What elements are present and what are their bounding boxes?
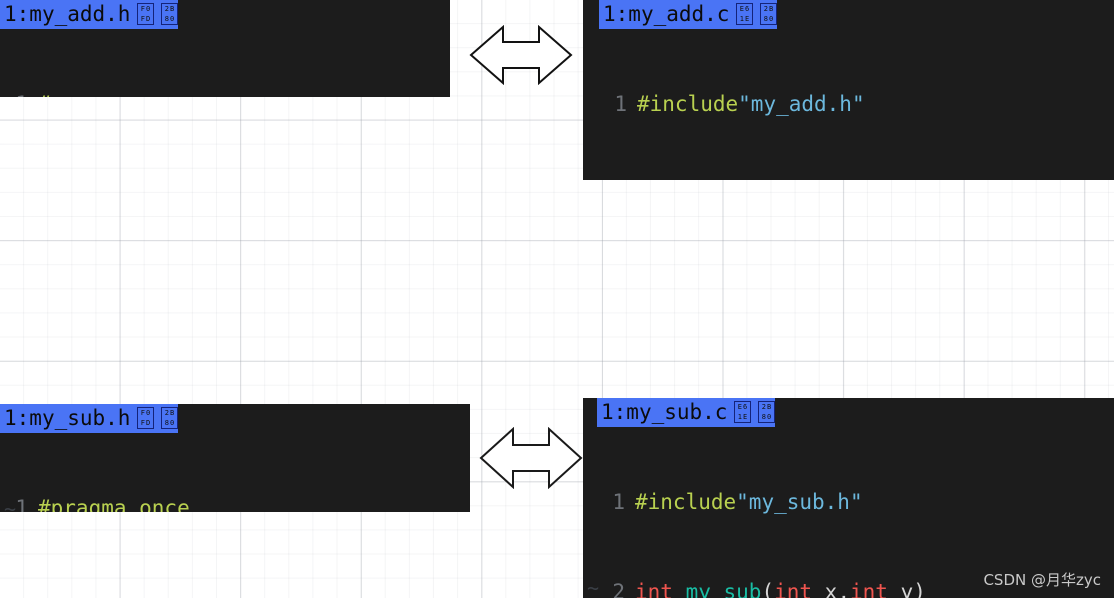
tofu-box-icon: E6 1E (734, 400, 752, 423)
editor-panel-my-sub-c[interactable]: 1: my_sub.c E6 1E 2B 80 1 #include"my_sub.… (583, 398, 1114, 598)
titlebar-filename-my-sub-c: 1: my_sub.c E6 1E 2B 80 (597, 398, 776, 427)
line-content[interactable]: #pragma once (38, 89, 450, 97)
line-number: 1 (0, 89, 38, 97)
tofu-lo: 80 (763, 14, 775, 23)
token-preproc: #include (635, 490, 737, 514)
line-number: 1 (612, 490, 625, 514)
empty-line-marker: ~ (587, 576, 600, 598)
token-preproc: #pragma once (38, 92, 190, 97)
titlebar-filename-my-add-c: 1: my_add.c E6 1E 2B 80 (599, 0, 778, 29)
code-area-my-add-c[interactable]: 1 #include"my_add.h" 2 int my_add(int x,… (583, 29, 1114, 180)
titlebar-filename-my-sub-h: 1: my_sub.h F0 FD 2B 80 (0, 404, 179, 433)
titlebar-name: my_add.h (29, 2, 131, 26)
code-line[interactable]: 2 int my_add(int x,int y) (599, 179, 1114, 180)
titlebar-my-add-c: 1: my_add.c E6 1E 2B 80 (583, 0, 1114, 29)
tofu-box-icon: 2B 80 (161, 406, 179, 429)
left-right-arrow-icon (469, 24, 573, 86)
tofu-lo: 1E (739, 14, 751, 23)
titlebar-prefix: 1: (4, 2, 30, 26)
tofu-hi: E6 (739, 4, 751, 13)
editor-panel-my-sub-h[interactable]: 1: my_sub.h F0FD 2B80 1 #pragma once 2 i… (0, 404, 470, 512)
tofu-hi: 2B (164, 408, 176, 417)
tofu-lo: FD (140, 418, 152, 427)
editor-panel-my-add-h[interactable]: 1: my_add.h F0FD 2B80 1 #pragma once 2 i… (0, 0, 450, 97)
titlebar-prefix: 1: (4, 406, 30, 430)
tofu-lo: FD (140, 14, 152, 23)
code-line[interactable]: 1 #include"my_sub.h" (597, 487, 1114, 517)
titlebar-my-sub-h: 1: my_sub.h F0 FD 2B 80 (0, 404, 470, 433)
line-content[interactable]: #pragma once (38, 493, 470, 512)
token-string: "my_sub.h" (736, 490, 863, 514)
tofu-box-icon: F0 FD (137, 2, 155, 25)
line-number: 1 (614, 92, 627, 116)
watermark: CSDN @月华zyc (983, 571, 1101, 589)
token-string: "my_add.h" (738, 92, 865, 116)
empty-line-marker: ~ (4, 497, 17, 512)
code-line[interactable]: 1 #include"my_add.h" (599, 89, 1114, 119)
token-keyword: int (635, 580, 686, 598)
line-content[interactable]: int my_add(int x,int y) (637, 179, 1114, 180)
line-number: 2 (599, 179, 637, 180)
titlebar-prefix: 1: (603, 2, 629, 26)
tofu-lo: 80 (761, 412, 773, 421)
double-arrow-top (469, 24, 573, 86)
titlebar-name: my_sub.h (29, 406, 131, 430)
token-plain: x, (812, 580, 850, 598)
tofu-hi: F0 (140, 4, 152, 13)
tofu-box-icon: F0 FD (137, 406, 155, 429)
tofu-hi: 2B (761, 402, 773, 411)
tofu-hi: 2B (763, 4, 775, 13)
line-content[interactable]: #include"my_sub.h" (635, 487, 1114, 517)
token-preproc: #include (637, 92, 739, 116)
left-right-arrow-icon (479, 426, 583, 490)
titlebar-name: my_add.c (628, 2, 730, 26)
code-area-my-add-h[interactable]: 1 #pragma once 2 int my_add(int x,int y)… (0, 29, 450, 97)
titlebar-name: my_sub.c (626, 400, 728, 424)
tofu-box-icon: 2B 80 (760, 2, 778, 25)
tofu-hi: F0 (140, 408, 152, 417)
token-function: my_sub (685, 580, 762, 598)
code-line[interactable]: 1 #pragma once (0, 89, 450, 97)
tofu-hi: E6 (737, 402, 749, 411)
tofu-box-icon: E6 1E (736, 2, 754, 25)
tofu-lo: 80 (164, 418, 176, 427)
line-content[interactable]: #include"my_add.h" (637, 89, 1114, 119)
titlebar-my-add-h: 1: my_add.h F0 FD 2B 80 (0, 0, 450, 29)
tofu-hi: 2B (164, 4, 176, 13)
code-line[interactable]: 1 #pragma once (0, 493, 470, 512)
line-number: 2 (612, 580, 625, 598)
token-keyword: int (774, 580, 813, 598)
tofu-lo: 1E (737, 412, 749, 421)
tofu-lo: 80 (164, 14, 176, 23)
token-keyword: int (849, 580, 888, 598)
token-plain: y) (887, 580, 926, 598)
code-area-my-sub-h[interactable]: 1 #pragma once 2 int my_sub(int x,int y)… (0, 433, 470, 512)
titlebar-my-sub-c: 1: my_sub.c E6 1E 2B 80 (583, 398, 1114, 427)
token-preproc: #pragma once (38, 496, 190, 512)
titlebar-filename-my-add-h: 1: my_add.h F0 FD 2B 80 (0, 0, 179, 29)
editor-panel-my-add-c[interactable]: 1: my_add.c E6 1E 2B 80 1 #include"my_add.… (583, 0, 1114, 180)
tofu-box-icon: 2B 80 (758, 400, 776, 423)
titlebar-prefix: 1: (601, 400, 627, 424)
tofu-box-icon: 2B 80 (161, 2, 179, 25)
double-arrow-bottom (479, 426, 583, 490)
token-plain: ( (761, 580, 775, 598)
